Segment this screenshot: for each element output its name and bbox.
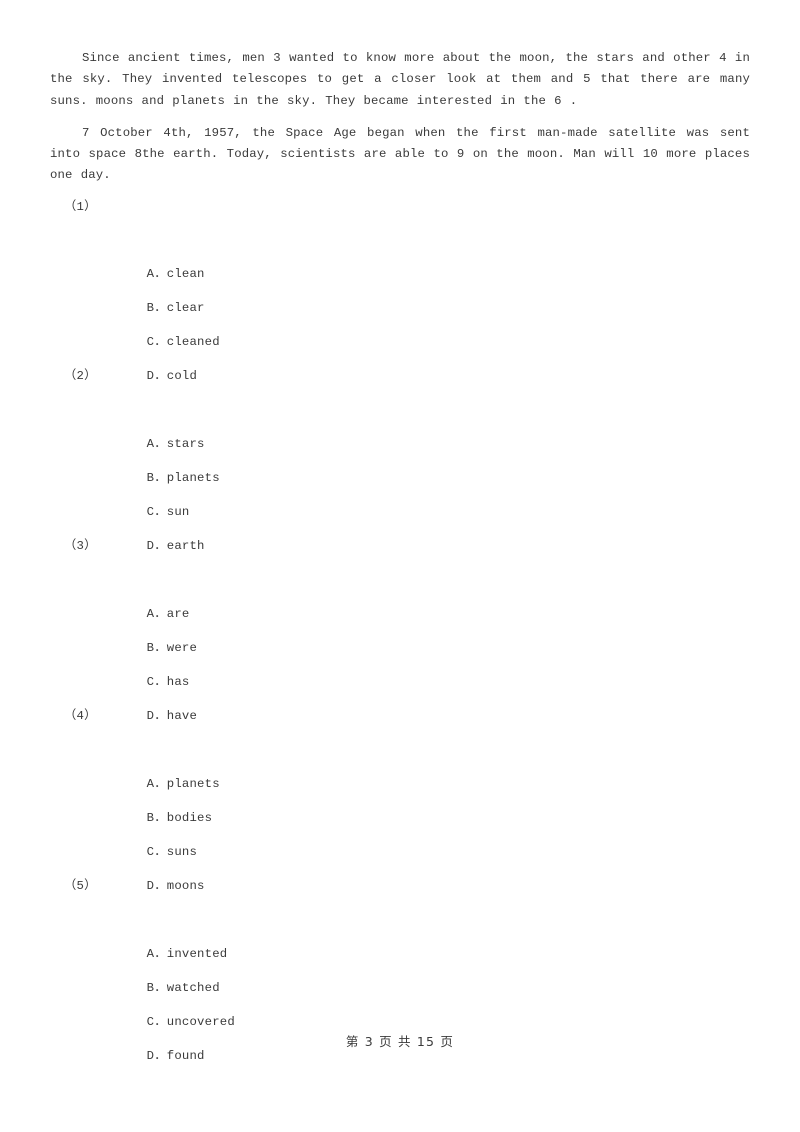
question-4-option-a[interactable]: A．planets bbox=[50, 733, 750, 791]
option-text: bodies bbox=[166, 810, 213, 825]
option-separator: ． bbox=[154, 436, 167, 451]
option-text: cleaned bbox=[166, 334, 220, 349]
option-text: planets bbox=[166, 776, 220, 791]
option-separator: ． bbox=[154, 504, 167, 519]
document-content: Since ancient times, men 3 wanted to kno… bbox=[50, 48, 750, 1063]
option-separator: ． bbox=[154, 708, 167, 723]
question-group-1: （1） A．clean B．clear C．cleaned D．cold bbox=[50, 191, 750, 383]
option-text: have bbox=[166, 708, 198, 723]
option-separator: ． bbox=[154, 844, 167, 859]
passage-paragraph-1: Since ancient times, men 3 wanted to kno… bbox=[50, 51, 750, 108]
option-text: planets bbox=[166, 470, 220, 485]
option-text: earth bbox=[166, 538, 205, 553]
question-1-option-a[interactable]: A．clean bbox=[50, 223, 750, 281]
option-text: stars bbox=[166, 436, 205, 451]
question-2-option-a[interactable]: A．stars bbox=[50, 393, 750, 451]
option-separator: ． bbox=[154, 266, 167, 281]
page-footer: 第 3 页 共 15 页 bbox=[345, 1034, 455, 1049]
question-3-option-a[interactable]: A．are bbox=[50, 563, 750, 621]
option-separator: ． bbox=[154, 470, 167, 485]
option-separator: ． bbox=[154, 538, 167, 553]
option-text: clean bbox=[166, 266, 205, 281]
option-text: watched bbox=[166, 980, 220, 995]
question-number-1: （1） bbox=[64, 199, 97, 214]
option-separator: ． bbox=[154, 674, 167, 689]
option-separator: ． bbox=[154, 640, 167, 655]
option-separator: ． bbox=[154, 334, 167, 349]
question-5-option-a[interactable]: A．invented bbox=[50, 903, 750, 961]
option-separator: ． bbox=[154, 368, 167, 383]
option-text: moons bbox=[166, 878, 205, 893]
option-separator: ． bbox=[154, 776, 167, 791]
option-separator: ． bbox=[154, 878, 167, 893]
option-separator: ． bbox=[154, 810, 167, 825]
option-separator: ． bbox=[154, 980, 167, 995]
option-text: cold bbox=[166, 368, 198, 383]
option-text: has bbox=[166, 674, 190, 689]
passage-paragraph-2: 7 October 4th, 1957, the Space Age began… bbox=[50, 125, 750, 183]
option-text: sun bbox=[166, 504, 190, 519]
option-text: uncovered bbox=[166, 1014, 235, 1029]
option-text: clear bbox=[166, 300, 205, 315]
option-separator: ． bbox=[154, 946, 167, 961]
option-text: invented bbox=[166, 946, 228, 961]
document-page: Since ancient times, men 3 wanted to kno… bbox=[0, 0, 800, 1132]
option-separator: ． bbox=[154, 300, 167, 315]
option-separator: ． bbox=[154, 1014, 167, 1029]
option-text: were bbox=[166, 640, 198, 655]
option-text: suns bbox=[166, 844, 198, 859]
option-separator: ． bbox=[154, 606, 167, 621]
option-text: are bbox=[166, 606, 190, 621]
